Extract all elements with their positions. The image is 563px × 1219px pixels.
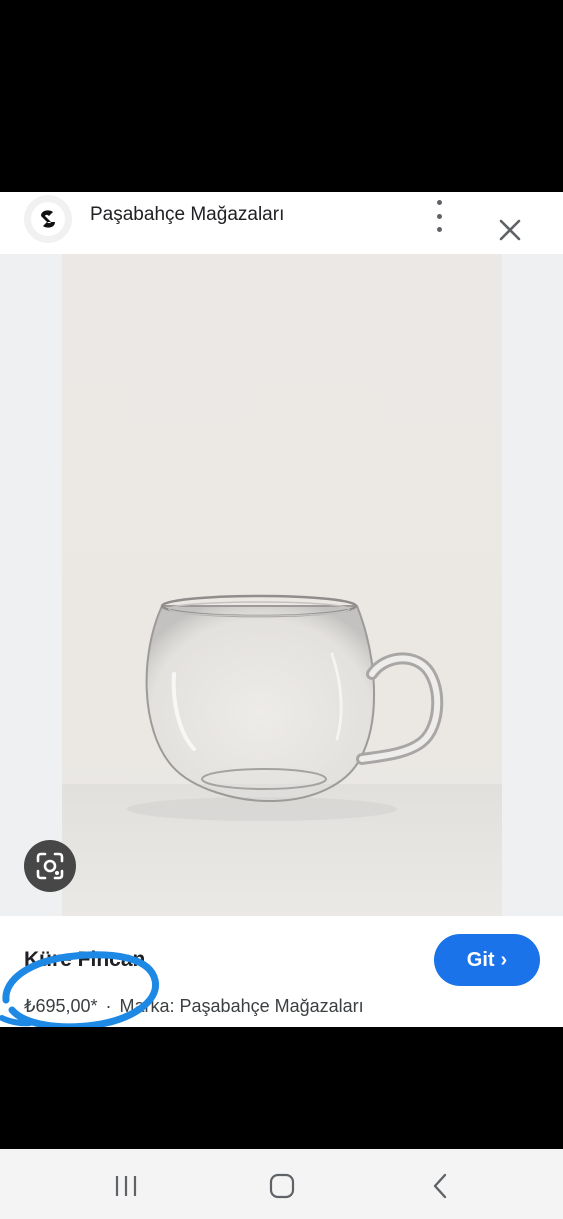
product-info-panel: Küre Fincan ₺695,00* · Marka: Paşabahçe Ma… <box>0 916 563 1027</box>
product-price: ₺695,00* <box>24 996 98 1016</box>
google-lens-icon[interactable] <box>24 840 76 892</box>
go-button-label: Git <box>466 948 495 971</box>
recent-apps-icon[interactable] <box>106 1169 146 1203</box>
back-icon[interactable] <box>420 1169 460 1203</box>
image-viewer <box>0 254 563 916</box>
site-name[interactable]: Paşabahçe Mağazaları <box>90 204 284 226</box>
product-image[interactable] <box>62 254 502 916</box>
close-icon[interactable] <box>496 216 524 244</box>
product-title[interactable]: Küre Fincan <box>24 948 145 972</box>
home-icon[interactable] <box>262 1169 302 1203</box>
go-button[interactable]: Git › <box>434 934 540 986</box>
bottom-black-area <box>0 1027 563 1149</box>
price-line: ₺695,00* · Marka: Paşabahçe Mağazaları <box>24 996 364 1017</box>
more-vert-icon[interactable] <box>428 200 450 232</box>
header-bar: Paşabahçe Mağazaları <box>0 192 563 254</box>
pasabahce-logo-icon <box>31 202 65 236</box>
separator: · <box>105 996 112 1016</box>
site-logo[interactable] <box>24 195 72 243</box>
product-brand: Marka: Paşabahçe Mağazaları <box>119 996 364 1016</box>
system-navbar <box>0 1149 563 1219</box>
top-black-area <box>0 0 563 192</box>
chevron-right-icon: › <box>500 948 508 971</box>
